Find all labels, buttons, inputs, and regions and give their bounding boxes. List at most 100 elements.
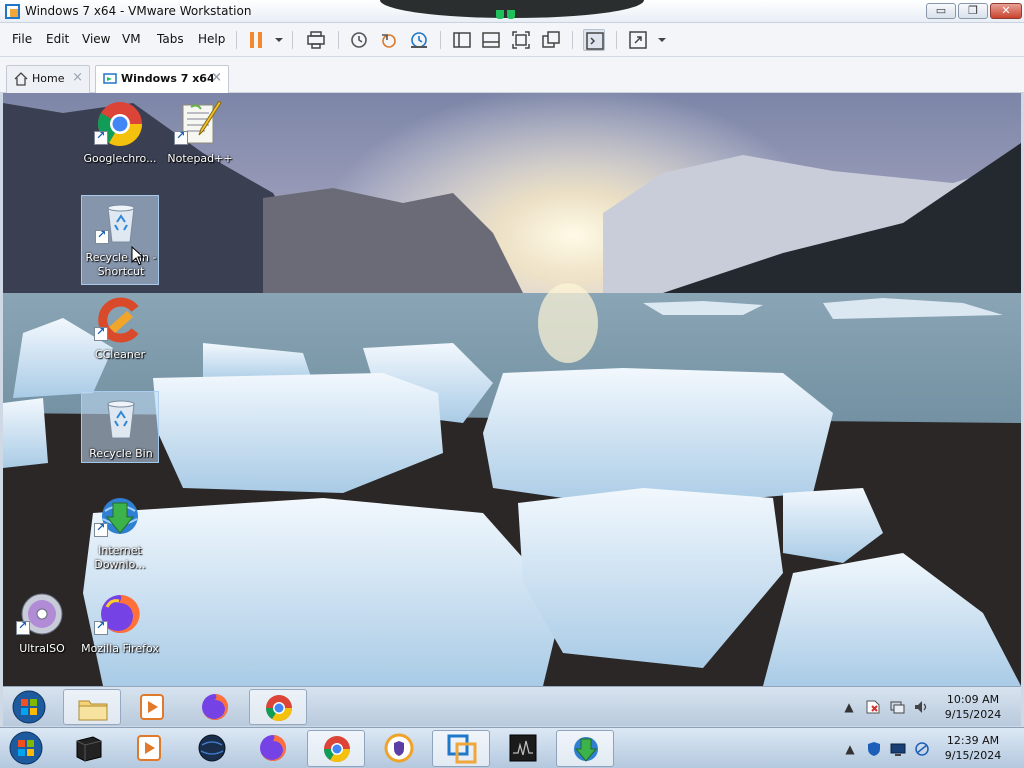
tab-label: Home — [32, 72, 65, 85]
desktop-icon-ultraiso[interactable]: UltraISO — [3, 587, 81, 677]
volume-icon[interactable] — [913, 699, 929, 715]
media-player-icon — [137, 735, 161, 761]
desktop-icon-label: Googlechro... — [83, 152, 157, 165]
desktop-icon-label: Recycle Bin — [89, 447, 153, 460]
unity-mode-icon[interactable] — [540, 29, 562, 51]
stretch-dropdown-chevron-icon[interactable] — [651, 29, 666, 51]
tab-close-icon[interactable]: × — [72, 70, 83, 85]
tab-windows-7-x64[interactable]: Windows 7 x64 × — [95, 65, 229, 93]
show-hidden-icon[interactable]: ▲ — [841, 699, 857, 715]
display-icon[interactable] — [890, 741, 906, 757]
host-taskbar-media-player[interactable] — [120, 730, 178, 767]
shortcut-arrow-icon — [95, 228, 109, 244]
desktop-icon-chrome[interactable]: Googlechro... — [81, 97, 159, 187]
menu-edit[interactable]: Edit — [46, 32, 69, 46]
network-icon[interactable] — [889, 699, 905, 715]
toolbar-separator — [292, 31, 293, 49]
globe-app-icon — [198, 734, 226, 762]
vm-icon — [103, 73, 117, 84]
desktop-icon-ccleaner[interactable]: CCleaner — [81, 293, 159, 383]
vpn-shield-icon — [384, 733, 414, 763]
guest-start-button[interactable] — [9, 689, 49, 725]
menu-tabs[interactable]: Tabs — [157, 32, 184, 46]
stretch-guest-icon[interactable] — [627, 29, 649, 51]
chrome-icon — [323, 736, 351, 763]
terminal-box-icon — [76, 736, 102, 762]
shortcut-arrow-icon — [174, 129, 188, 145]
full-screen-icon[interactable] — [510, 29, 532, 51]
network-icon[interactable] — [914, 741, 930, 757]
snapshot-icon[interactable] — [348, 29, 370, 51]
menu-vm[interactable]: VM — [122, 32, 141, 46]
desktop-icon-label: Notepad++ — [167, 152, 233, 165]
fullscreen-toolbar-notch[interactable] — [380, 0, 644, 19]
toolbar-separator — [440, 31, 441, 49]
revert-snapshot-icon[interactable] — [378, 29, 400, 51]
host-taskbar-chrome[interactable] — [307, 730, 365, 767]
host-taskbar-terminal-box[interactable] — [60, 730, 118, 767]
tab-close-icon[interactable]: × — [211, 70, 222, 85]
tab-home[interactable]: Home × — [6, 65, 90, 93]
pause-dropdown-chevron-icon[interactable] — [268, 29, 283, 51]
console-view-icon[interactable] — [583, 29, 605, 51]
restore-button[interactable]: ❐ — [958, 3, 988, 19]
desktop-icon-recycle-bin[interactable]: Recycle Bin — [81, 391, 159, 463]
guest-desktop[interactable]: Googlechro... Notepad++ Recycle Bin - Sh… — [3, 93, 1021, 686]
host-taskbar-globe-app[interactable] — [183, 730, 241, 767]
guest-taskbar-chrome[interactable] — [249, 689, 307, 725]
window-titlebar: Windows 7 x64 - VMware Workstation ▭ ❐ ✕ — [0, 0, 1024, 23]
window-title: Windows 7 x64 - VMware Workstation — [25, 4, 252, 18]
show-thumbnail-bar-icon[interactable] — [480, 29, 502, 51]
send-ctrl-alt-del-icon[interactable] — [305, 29, 327, 51]
host-taskbar-vpn-shield[interactable] — [370, 730, 428, 767]
shortcut-arrow-icon — [94, 129, 108, 145]
minimize-button[interactable]: ▭ — [926, 3, 956, 19]
media-player-icon — [140, 694, 164, 720]
guest-taskbar-explorer[interactable] — [63, 689, 121, 725]
firefox-icon — [260, 735, 286, 761]
guest-taskbar-media-player[interactable] — [123, 689, 181, 725]
toolbar-separator — [616, 31, 617, 49]
desktop-icon-recycle-bin-shortcut[interactable]: Recycle Bin - Shortcut — [81, 195, 159, 285]
desktop-icon-internet-download-manager[interactable]: Internet Downlo... — [81, 489, 159, 579]
menu-help[interactable]: Help — [198, 32, 225, 46]
shortcut-arrow-icon — [94, 325, 108, 341]
host-clock-date: 9/15/2024 — [944, 749, 1002, 762]
notch-status-icon — [496, 4, 528, 19]
desktop-icon-label: Mozilla Firefox — [81, 642, 159, 655]
desktop-icon-label: UltraISO — [19, 642, 65, 655]
show-library-icon[interactable] — [451, 29, 473, 51]
close-button[interactable]: ✕ — [990, 3, 1022, 19]
guest-clock[interactable]: 10:09 AM 9/15/2024 — [938, 692, 1008, 722]
desktop-icon-label: Recycle Bin - Shortcut — [85, 251, 157, 278]
home-icon — [14, 72, 28, 86]
defender-icon[interactable] — [866, 741, 882, 757]
action-center-icon[interactable] — [865, 699, 881, 715]
host-taskbar-vmware[interactable] — [432, 730, 490, 767]
shortcut-arrow-icon — [94, 619, 108, 635]
snapshot-manager-icon[interactable] — [408, 29, 430, 51]
show-hidden-icon[interactable]: ▲ — [842, 741, 858, 757]
desktop-icon-firefox[interactable]: Mozilla Firefox — [81, 587, 159, 677]
host-taskbar-internet-download-manager[interactable] — [556, 730, 614, 767]
host-taskbar-monitor-app[interactable] — [494, 730, 552, 767]
host-taskbar: ▲ 12:39 AM 9/15/2024 — [0, 727, 1024, 768]
desktop-icon-notepad-plus-plus[interactable]: Notepad++ — [161, 97, 239, 187]
windows-explorer-icon — [78, 700, 108, 721]
menu-file[interactable]: File — [12, 32, 32, 46]
menu-view[interactable]: View — [82, 32, 110, 46]
menu-toolbar: File Edit View VM Tabs Help — [0, 23, 1024, 57]
guest-taskbar-firefox[interactable] — [186, 689, 244, 725]
windows-start-orb-icon — [12, 690, 46, 724]
recycle-bin-icon — [107, 400, 135, 439]
monitor-app-icon — [509, 734, 537, 762]
host-clock[interactable]: 12:39 AM 9/15/2024 — [938, 733, 1008, 763]
shortcut-arrow-icon — [94, 521, 108, 537]
toolbar-separator — [338, 31, 339, 49]
pause-icon[interactable] — [246, 29, 268, 51]
tab-label: Windows 7 x64 — [121, 72, 215, 85]
host-start-button[interactable] — [6, 730, 46, 767]
tab-strip: Home × Windows 7 x64 × — [0, 57, 1024, 93]
host-taskbar-firefox[interactable] — [244, 730, 302, 767]
vmware-icon — [447, 734, 477, 764]
